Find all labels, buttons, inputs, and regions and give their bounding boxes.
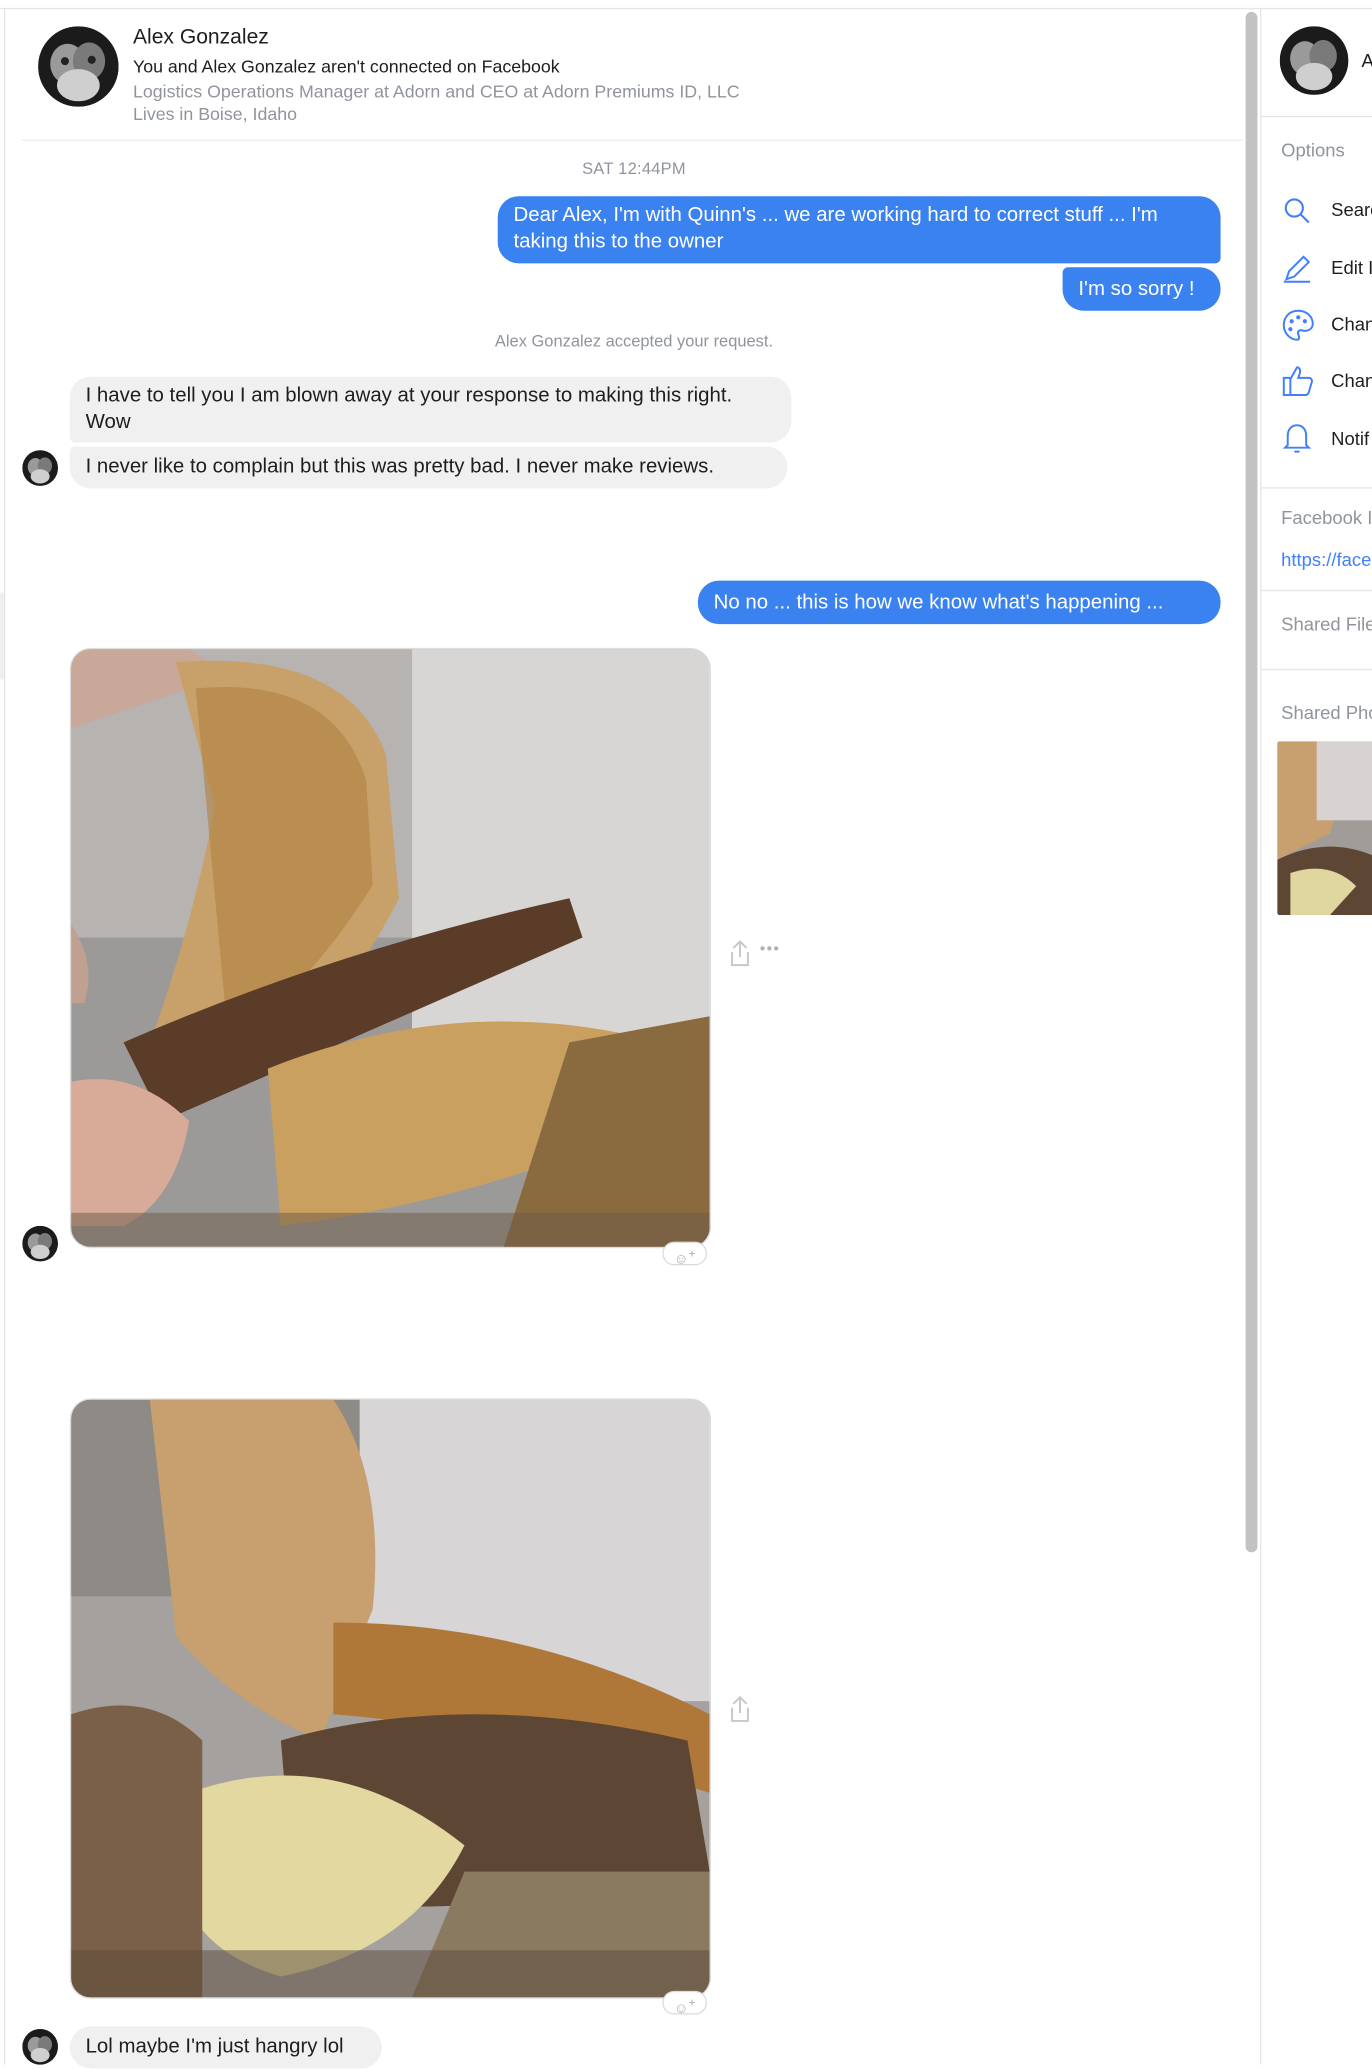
left-edge-tab	[0, 592, 4, 680]
sender-avatar[interactable]	[22, 1225, 58, 1262]
left-border	[3, 9, 6, 2065]
shared-photo[interactable]	[69, 647, 712, 1249]
connection-status: You and Alex Gonzalez aren't connected o…	[132, 56, 560, 77]
option-edit[interactable]: Edit I	[1331, 257, 1372, 278]
contact-name[interactable]: Alex Gonzalez	[133, 26, 269, 50]
panel-divider	[1261, 487, 1372, 489]
option-notifications[interactable]: Notif	[1331, 428, 1369, 449]
contact-avatar[interactable]	[38, 26, 119, 107]
top-border	[0, 7, 1372, 10]
system-notice: Alex Gonzalez accepted your request.	[494, 331, 774, 351]
reaction-button[interactable]: ☺+	[662, 1990, 708, 2017]
bell-icon	[1281, 421, 1313, 455]
share-icon[interactable]	[728, 1695, 752, 1724]
share-icon[interactable]	[728, 939, 752, 968]
shared-photo[interactable]	[69, 1398, 712, 1999]
incoming-message[interactable]: I never like to complain but this was pr…	[69, 446, 788, 489]
palette-icon	[1281, 308, 1315, 342]
search-icon	[1281, 195, 1313, 227]
shared-photos-label[interactable]: Shared Pho	[1281, 702, 1372, 723]
contact-location: Lives in Boise, Idaho	[132, 104, 298, 124]
option-change-emoji[interactable]: Chan	[1331, 370, 1372, 391]
pencil-icon	[1281, 253, 1313, 285]
facebook-profile-label: Facebook I	[1281, 506, 1372, 528]
panel-divider	[1261, 589, 1372, 592]
panel-name: A	[1361, 50, 1372, 71]
shared-photo-thumbnail[interactable]	[1277, 741, 1372, 916]
incoming-message[interactable]: I have to tell you I am blown away at yo…	[69, 376, 792, 443]
more-actions-icon[interactable]: •••	[760, 939, 781, 957]
panel-divider	[1261, 115, 1372, 118]
options-label: Options	[1281, 139, 1345, 161]
contact-job: Logistics Operations Manager at Adorn an…	[132, 81, 740, 102]
option-change-color[interactable]: Chan	[1331, 313, 1372, 334]
option-search[interactable]: Searc	[1331, 199, 1372, 220]
outgoing-message[interactable]: No no ... this is how we know what's hap…	[697, 580, 1221, 625]
right-panel: A Options Searc Edit I Chan Chan Notif F…	[1261, 0, 1372, 2065]
shared-files-label[interactable]: Shared File	[1281, 614, 1372, 635]
panel-divider	[1261, 668, 1372, 671]
sender-avatar[interactable]	[22, 450, 58, 486]
sender-avatar[interactable]	[22, 2029, 58, 2065]
panel-avatar[interactable]	[1279, 26, 1349, 95]
outgoing-message[interactable]: I'm so sorry !	[1062, 267, 1221, 311]
message-timestamp: SAT 12:44PM	[582, 159, 686, 178]
incoming-message[interactable]: Lol maybe I'm just hangry lol	[69, 2026, 382, 2069]
thumbs-up-icon	[1281, 363, 1315, 397]
header-divider	[21, 139, 1243, 141]
facebook-profile-link[interactable]: https://face	[1281, 549, 1371, 570]
reaction-button[interactable]: ☺+	[662, 1241, 708, 1268]
scrollbar-thumb[interactable]	[1245, 11, 1258, 1553]
outgoing-message[interactable]: Dear Alex, I'm with Quinn's ... we are w…	[497, 196, 1221, 264]
